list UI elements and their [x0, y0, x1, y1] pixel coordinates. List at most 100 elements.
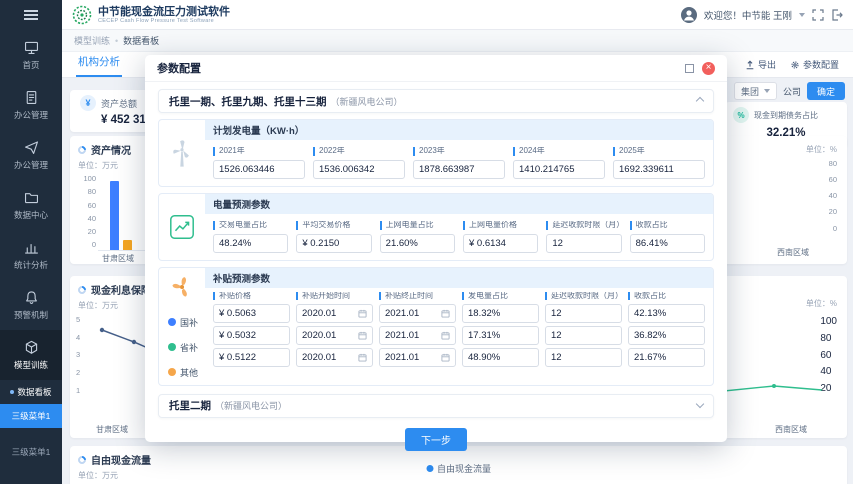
chevron-down-icon[interactable]	[696, 400, 704, 408]
avatar	[681, 7, 697, 23]
provincial-price-input[interactable]: ¥ 0.5032	[213, 326, 290, 345]
cash-interest-y-axis-left: 54 32 1	[76, 316, 80, 394]
subsidy-forecast-panel: 国补 省补 其他 补贴预测参数 补贴价格 补贴开始时间	[158, 267, 714, 386]
menu-toggle-icon[interactable]	[0, 0, 62, 30]
plan-2022-input[interactable]: 1536.006342	[313, 160, 405, 179]
section-2-header[interactable]: 托里二期 （新疆风电公司）	[158, 394, 714, 418]
close-icon[interactable]	[702, 62, 715, 75]
calendar-icon	[358, 309, 367, 318]
modal-header: 参数配置	[145, 55, 727, 82]
bar-chart-icon	[23, 239, 40, 256]
sidebar-item-statistics[interactable]: 统计分析	[0, 230, 62, 280]
sidebar-item-alert[interactable]: 预警机制	[0, 280, 62, 330]
folder-icon	[23, 189, 40, 206]
subsidy-row-other: ¥ 0.5122 2020.01 2021.01 48.90% 12 21.67…	[205, 348, 713, 367]
national-price-input[interactable]: ¥ 0.5063	[213, 304, 290, 323]
plan-2023-input[interactable]: 1878.663987	[413, 160, 505, 179]
plan-2025-input[interactable]: 1692.339611	[613, 160, 705, 179]
gear-icon	[790, 60, 800, 70]
maximize-icon[interactable]	[685, 64, 694, 73]
free-cash-chart-panel: 自由现金流量 单位：万元 自由现金流量	[70, 446, 847, 484]
sidebar-item-home[interactable]: 首页	[0, 30, 62, 80]
sidebar-item-office-1[interactable]: 办公管理	[0, 80, 62, 130]
sidebar-subitem-menu1[interactable]: 三级菜单1	[0, 440, 62, 464]
debt-ratio-label: 现金到期债务占比	[754, 110, 818, 121]
delay-months-input[interactable]: 12	[546, 234, 621, 253]
national-end-date[interactable]: 2021.01	[379, 304, 456, 323]
home-icon	[23, 39, 40, 56]
national-ratio-input[interactable]: 18.32%	[462, 304, 539, 323]
free-cash-legend: 自由现金流量	[426, 462, 491, 475]
other-start-date[interactable]: 2020.01	[296, 348, 373, 367]
export-button[interactable]: 导出	[745, 58, 776, 71]
subsidy-forecast-title: 补贴预测参数	[205, 268, 713, 288]
param-config-modal: 参数配置 托里一期、托里九期、托里十三期 （新疆风电公司）	[145, 55, 727, 442]
param-config-button[interactable]: 参数配置	[790, 58, 839, 71]
grid-price-input[interactable]: ¥ 0.6134	[463, 234, 538, 253]
company-option[interactable]: 公司	[783, 85, 801, 98]
top-header: 中节能现金流压力测试软件 CECEP Cash Flow Pressure Te…	[62, 0, 853, 30]
row-label-national: 国补	[159, 310, 198, 335]
chevron-up-icon[interactable]	[696, 97, 704, 105]
sidebar-item-data-center[interactable]: 数据中心	[0, 180, 62, 230]
other-price-input[interactable]: ¥ 0.5122	[213, 348, 290, 367]
sidebar-subitem-dashboard[interactable]: 数据看板	[0, 380, 62, 404]
confirm-button[interactable]: 确定	[807, 82, 845, 100]
plan-2024-input[interactable]: 1410.214765	[513, 160, 605, 179]
next-step-button[interactable]: 下一步	[405, 428, 467, 451]
national-subsidy-icon	[168, 318, 176, 326]
planned-power-panel: 计划发电量（KW·h） 2021年1526.063446 2022年1536.0…	[158, 119, 714, 187]
national-delay-input[interactable]: 12	[545, 304, 622, 323]
provincial-ratio-input[interactable]: 17.31%	[462, 326, 539, 345]
asset-bar-0	[110, 181, 119, 250]
plan-2021-input[interactable]: 1526.063446	[213, 160, 305, 179]
tab-org-analysis[interactable]: 机构分析	[76, 49, 122, 77]
sidebar-item-model-training[interactable]: 模型训练	[0, 330, 62, 380]
breadcrumb-parent[interactable]: 模型训练	[74, 34, 110, 47]
collect-ratio-input[interactable]: 86.41%	[630, 234, 705, 253]
other-subsidy-icon	[168, 368, 176, 376]
avg-price-input[interactable]: ¥ 0.2150	[296, 234, 371, 253]
chart-icon	[76, 144, 87, 155]
wind-turbine-icon	[166, 137, 198, 169]
cash-x-label-right: 西南区域	[775, 424, 807, 435]
row-label-other: 其他	[159, 360, 198, 385]
free-cash-title: 自由现金流量	[91, 452, 151, 467]
other-end-date[interactable]: 2021.01	[379, 348, 456, 367]
user-menu[interactable]: 欢迎您！中节能 王刚	[704, 8, 792, 22]
provincial-end-date[interactable]: 2021.01	[379, 326, 456, 345]
other-delay-input[interactable]: 12	[545, 348, 622, 367]
subsidy-row-national: ¥ 0.5063 2020.01 2021.01 18.32% 12 42.13…	[205, 304, 713, 323]
row-label-provincial: 省补	[159, 335, 198, 360]
sidebar: 首页 办公管理 办公管理 数据中心 统计分析 预警机制 模型训练 数据看板	[0, 0, 62, 484]
breadcrumb-current: 数据看板	[123, 34, 159, 47]
percent-icon: %	[733, 107, 749, 123]
app-logo-icon	[72, 5, 92, 25]
grid-ratio-input[interactable]: 21.60%	[380, 234, 455, 253]
logout-icon[interactable]	[831, 9, 843, 21]
trade-ratio-input[interactable]: 48.24%	[213, 234, 288, 253]
export-icon	[745, 60, 755, 70]
legend-dot-icon	[426, 465, 433, 472]
asset-y-axis: 10080 6040 200	[78, 175, 96, 249]
send-icon	[23, 139, 40, 156]
filter-row: 集团 公司 确定	[734, 82, 845, 100]
provincial-delay-input[interactable]: 12	[545, 326, 622, 345]
other-ratio-input[interactable]: 48.90%	[462, 348, 539, 367]
sidebar-item-office-2[interactable]: 办公管理	[0, 130, 62, 180]
national-start-date[interactable]: 2020.01	[296, 304, 373, 323]
other-collect-input[interactable]: 21.67%	[628, 348, 705, 367]
breadcrumb-separator: •	[115, 36, 118, 46]
document-icon	[23, 89, 40, 106]
org-select[interactable]: 集团	[734, 82, 777, 100]
provincial-start-date[interactable]: 2020.01	[296, 326, 373, 345]
sidebar-subitem-menu1-selected[interactable]: 三级菜单1	[0, 404, 62, 428]
national-collect-input[interactable]: 42.13%	[628, 304, 705, 323]
app-subtitle: CECEP Cash Flow Pressure Test Software	[98, 18, 230, 24]
provincial-collect-input[interactable]: 36.82%	[628, 326, 705, 345]
chevron-down-icon	[764, 89, 770, 93]
chevron-down-icon[interactable]	[799, 13, 805, 17]
section-1-header[interactable]: 托里一期、托里九期、托里十三期 （新疆风电公司）	[158, 89, 714, 113]
fan-icon	[168, 273, 196, 301]
fullscreen-icon[interactable]	[812, 9, 824, 21]
